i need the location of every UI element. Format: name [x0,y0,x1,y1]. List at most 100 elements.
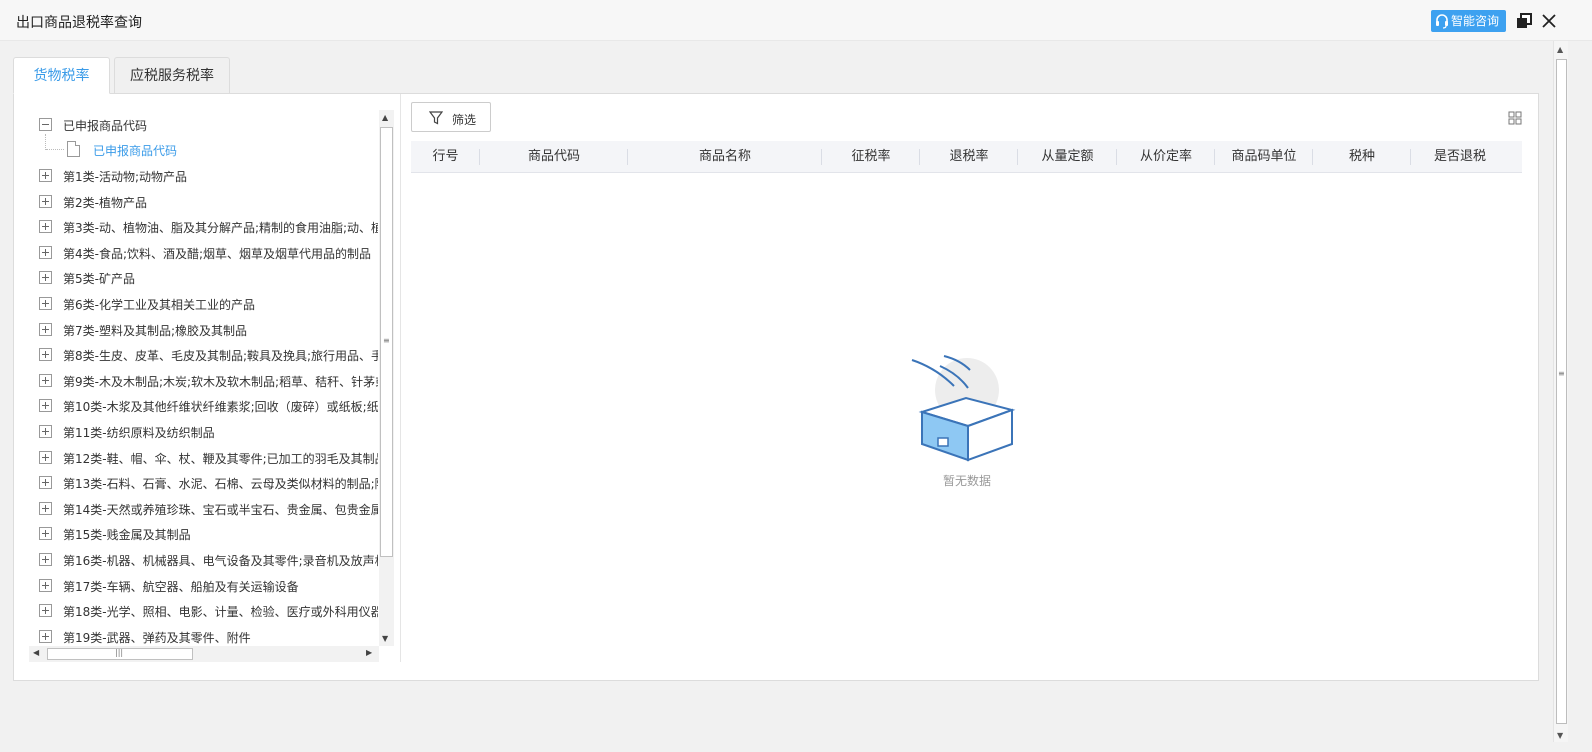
tree-category-node[interactable]: 第14类-天然或养殖珍珠、宝石或半宝石、贵金属、包贵金属 [29,499,378,519]
tree-category-label: 第17类-车辆、航空器、船舶及有关运输设备 [63,579,299,594]
tree-child-node[interactable]: 已申报商品代码 [29,134,378,160]
expand-icon[interactable] [39,373,52,387]
tree-category-node[interactable]: 第10类-木浆及其他纤维状纤维素浆;回收（废碎）或纸板;纸、 [29,396,378,416]
column-header[interactable]: 商品代码 [480,141,628,172]
page-scrollbar-thumb[interactable] [1556,59,1567,724]
tree-category-node[interactable]: 第15类-贱金属及其制品 [29,524,378,544]
expand-icon[interactable] [39,271,52,285]
close-icon[interactable] [1541,13,1557,29]
tree-category-label: 第11类-纺织原料及纺织制品 [63,426,215,440]
tree-category-node[interactable]: 第8类-生皮、皮革、毛皮及其制品;鞍具及挽具;旅行用品、手提 [29,345,378,365]
expand-icon[interactable] [39,604,52,618]
column-header-label: 征税率 [851,149,891,164]
smart-consult-label: 智能咨询 [1451,14,1500,28]
tree-category-node[interactable]: 第9类-木及木制品;木炭;软木及软木制品;稻草、秸秆、针茅或 [29,371,378,391]
column-header[interactable]: 商品名称 [628,141,822,172]
expand-icon[interactable] [39,629,52,643]
tree-category-node[interactable]: 第3类-动、植物油、脂及其分解产品;精制的食用油脂;动、植物 [29,217,378,237]
filter-button[interactable]: 筛选 [411,102,491,132]
expand-icon[interactable] [39,348,52,362]
expand-icon[interactable] [39,501,52,515]
smart-consult-button[interactable]: 智能咨询 [1431,10,1506,32]
tree-horizontal-scrollbar[interactable]: ◀ ||| ▶ [29,646,379,662]
scroll-up-arrow-icon[interactable]: ▲ [1557,45,1563,54]
expand-icon[interactable] [39,297,52,310]
tree-child-label: 已申报商品代码 [93,144,178,158]
column-header[interactable]: 税种 [1313,141,1411,172]
expand-icon[interactable] [39,527,52,541]
column-header-label: 税种 [1348,149,1375,164]
tree-category-node[interactable]: 第1类-活动物;动物产品 [29,166,378,186]
column-header[interactable]: 行号 [411,141,480,172]
tree-category-node[interactable]: 第12类-鞋、帽、伞、杖、鞭及其零件;已加工的羽毛及其制品 [29,448,378,468]
expand-icon[interactable] [39,220,52,234]
tree-category-label: 第16类-机器、机械器具、电气设备及其零件;录音机及放声机 [63,554,378,568]
window-title: 出口商品退税率查询 [16,15,142,31]
tree-connector-line [46,149,64,150]
tree-category-node[interactable]: 第4类-食品;饮料、酒及醋;烟草、烟草及烟草代用品的制品 [29,243,378,263]
tree-category-node[interactable]: 第5类-矿产品 [29,268,378,288]
tree-category-label: 第12类-鞋、帽、伞、杖、鞭及其零件;已加工的羽毛及其制品 [63,451,378,466]
column-header[interactable]: 商品码单位 [1215,141,1313,172]
scroll-down-arrow-icon[interactable]: ▼ [1557,731,1563,740]
column-header-label: 行号 [432,149,459,164]
scroll-left-arrow-icon[interactable]: ◀ [33,648,39,657]
tree-category-label: 第1类-活动物;动物产品 [63,170,188,184]
category-tree-list: 已申报商品代码 已申报商品代码 第1类-活动物;动物产品第2类-植物产品第3类-… [29,110,378,646]
tree-category-node[interactable]: 第7类-塑料及其制品;橡胶及其制品 [29,320,378,340]
scroll-grip-icon: ≡ [1558,369,1565,378]
tree-category-node[interactable]: 第11类-纺织原料及纺织制品 [29,422,378,442]
tab-service-tax-rate[interactable]: 应税服务税率 [114,57,230,94]
column-header-label: 是否退税 [1433,149,1486,164]
expand-icon[interactable] [39,553,52,566]
document-icon [67,141,80,157]
column-header[interactable]: 退税率 [920,141,1018,172]
column-header[interactable]: 征税率 [822,141,920,172]
empty-state-text: 暂无数据 [942,474,991,488]
expand-icon[interactable] [39,322,52,336]
expand-icon[interactable] [39,578,52,592]
tree-connector-line [45,134,46,150]
page-scrollbar[interactable]: ▲ ≡ ▼ [1553,41,1568,742]
scroll-right-arrow-icon[interactable]: ▶ [366,648,372,657]
tab-goods-tax-rate[interactable]: 货物税率 [13,57,110,94]
tree-root-label: 已申报商品代码 [63,119,148,133]
expand-icon[interactable] [39,399,52,413]
expand-icon[interactable] [39,425,52,438]
filter-button-label: 筛选 [452,113,477,127]
expand-icon[interactable] [39,194,52,208]
tree-category-label: 第9类-木及木制品;木炭;软木及软木制品;稻草、秸秆、针茅或 [63,374,378,389]
tree-category-label: 第13类-石料、石膏、水泥、石棉、云母及类似材料的制品;陶 [63,477,378,492]
column-header-label: 商品码单位 [1231,149,1297,164]
tree-category-node[interactable]: 第19类-武器、弹药及其零件、附件 [29,627,378,646]
tree-category-label: 第5类-矿产品 [63,272,135,287]
category-tree: 已申报商品代码 已申报商品代码 第1类-活动物;动物产品第2类-植物产品第3类-… [29,110,394,662]
tree-category-node[interactable]: 第2类-植物产品 [29,192,378,212]
expand-icon[interactable] [39,476,52,490]
expand-icon[interactable] [39,450,52,464]
tree-vertical-scrollbar[interactable]: ▲ ≡ ▼ [379,110,394,646]
expand-icon[interactable] [39,169,52,182]
column-header[interactable]: 是否退税 [1411,141,1509,172]
restore-window-icon[interactable] [1516,13,1532,29]
scroll-up-arrow-icon[interactable]: ▲ [382,113,388,122]
tree-category-label: 第18类-光学、照相、电影、计量、检验、医疗或外科用仪器 [63,605,378,620]
tree-category-label: 第3类-动、植物油、脂及其分解产品;精制的食用油脂;动、植物 [63,221,378,236]
collapse-icon[interactable] [39,118,52,131]
grid-icon[interactable] [1508,111,1522,125]
tree-category-node[interactable]: 第16类-机器、机械器具、电气设备及其零件;录音机及放声机 [29,550,378,570]
column-header[interactable]: 从价定率 [1117,141,1215,172]
tree-category-node[interactable]: 第18类-光学、照相、电影、计量、检验、医疗或外科用仪器 [29,601,378,621]
scroll-grip-icon: ≡ [383,336,390,345]
column-header[interactable]: 从量定额 [1018,141,1117,172]
tree-category-label: 第7类-塑料及其制品;橡胶及其制品 [63,323,248,338]
expand-icon[interactable] [39,245,52,259]
tree-category-node[interactable]: 第13类-石料、石膏、水泥、石棉、云母及类似材料的制品;陶 [29,473,378,493]
pane-divider[interactable] [400,94,401,662]
column-header-label: 从量定额 [1041,149,1094,164]
column-header-label: 从价定率 [1139,149,1192,164]
tree-root-node[interactable]: 已申报商品代码 [29,115,378,135]
tree-category-node[interactable]: 第17类-车辆、航空器、船舶及有关运输设备 [29,576,378,596]
scroll-down-arrow-icon[interactable]: ▼ [382,634,388,643]
tree-category-node[interactable]: 第6类-化学工业及其相关工业的产品 [29,294,378,314]
